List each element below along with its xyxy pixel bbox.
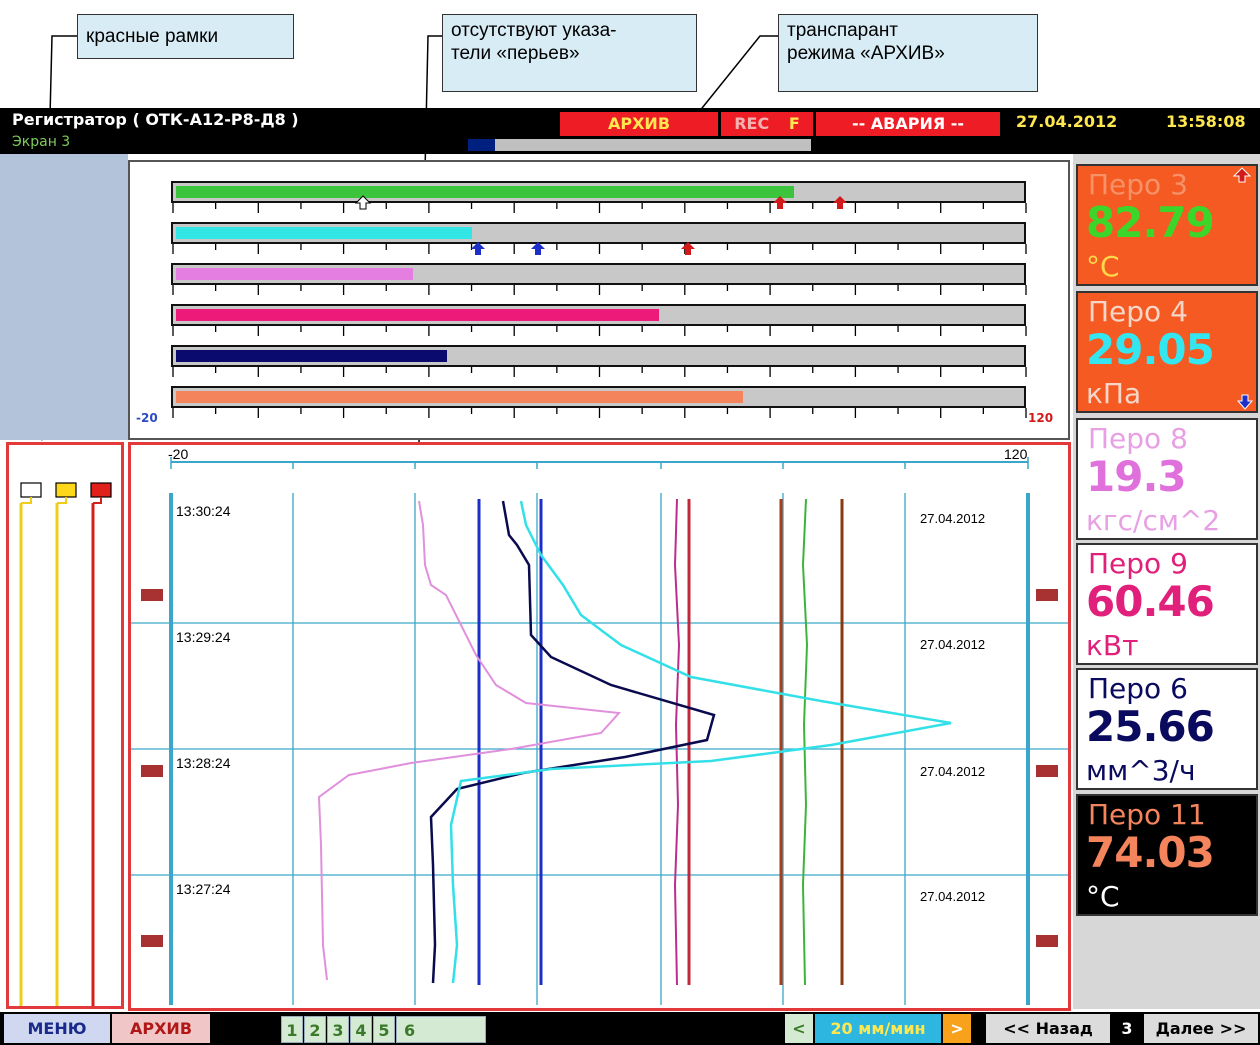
pen-line-magenta: [673, 498, 681, 986]
pen-card[interactable]: Перо 8 19.3 кгс/см^2: [1076, 418, 1258, 540]
screen-button-1[interactable]: 1: [281, 1016, 303, 1043]
callout-no-pointers: отсутствуют указа- тели «перьев»: [442, 14, 697, 92]
left-top-area: [0, 154, 128, 440]
header-time: 13:58:08: [1166, 112, 1246, 131]
arrow-up-red-icon: [681, 242, 695, 255]
trend-grid: [131, 493, 1068, 1005]
pen-name: Перо 9: [1088, 547, 1188, 580]
pen-name: Перо 6: [1088, 672, 1188, 705]
callout-archive-banner: транспарант режима «АРХИВ»: [778, 14, 1038, 92]
pen-value: 60.46: [1086, 577, 1215, 626]
pen-value: 82.79: [1086, 198, 1215, 247]
next-button[interactable]: Далее >>: [1144, 1014, 1258, 1043]
trend-scale-max: 120: [1004, 446, 1028, 462]
chart-speed-display: 20 мм/мин: [815, 1014, 941, 1043]
pen-unit: °C: [1086, 880, 1120, 913]
back-button[interactable]: << Назад: [986, 1014, 1110, 1043]
alarm-badge: -- АВАРИЯ --: [816, 112, 1000, 136]
pen-value: 29.05: [1086, 325, 1215, 374]
arrow-up-red-icon: [833, 196, 847, 209]
pen-value: 74.03: [1086, 828, 1215, 877]
arrow-up-blue-icon: [531, 242, 545, 255]
page-number: 3: [1113, 1014, 1141, 1043]
trend-date-label: 27.04.2012: [920, 764, 986, 779]
left-strip-lines: [19, 482, 112, 1006]
arrow-up-white-icon: [354, 195, 372, 210]
legend-yellow-box: [55, 482, 77, 498]
trend-time-label: 13:28:24: [176, 755, 231, 771]
archive-progress: [468, 139, 811, 151]
bargraph-markers: [172, 195, 1027, 418]
callout-red-frames: красные рамки: [77, 14, 294, 59]
left-trend-strip: [6, 442, 124, 1009]
pen-card[interactable]: Перо 3 82.79 °C: [1076, 164, 1258, 286]
pen-line-navy: [429, 500, 716, 984]
pen-name: Перо 4: [1088, 295, 1188, 328]
pen-card[interactable]: Перо 4 29.05 кПа: [1076, 291, 1258, 413]
pen-line-pink: [317, 500, 622, 981]
trend-chart: [131, 457, 1068, 1005]
pen-unit: кгс/см^2: [1086, 504, 1221, 537]
screen-button-5[interactable]: 5: [373, 1016, 395, 1043]
screen-button-2[interactable]: 2: [304, 1016, 326, 1043]
archive-progress-fill: [468, 139, 496, 151]
pen-unit: мм^3/ч: [1086, 754, 1196, 787]
pen-value: 25.66: [1086, 702, 1215, 751]
pen-unit: кВт: [1086, 629, 1139, 662]
pen-value: 19.3: [1086, 452, 1187, 501]
archive-badge: АРХИВ: [560, 112, 718, 136]
pen-name: Перо 11: [1088, 798, 1206, 831]
pen-name: Перо 8: [1088, 422, 1188, 455]
pen-line-green: [801, 498, 809, 986]
trend-time-label: 13:30:24: [176, 503, 231, 519]
trend-time-label: 13:29:24: [176, 629, 231, 645]
archive-button[interactable]: АРХИВ: [112, 1014, 210, 1043]
app-title: Регистратор ( ОТК-А12-Р8-Д8 ): [12, 110, 299, 129]
menu-button[interactable]: МЕНЮ: [4, 1014, 110, 1043]
pen-unit: °C: [1086, 250, 1120, 283]
pen-card[interactable]: Перо 11 74.03 °C: [1076, 794, 1258, 916]
pen-card[interactable]: Перо 6 25.66 мм^3/ч: [1076, 668, 1258, 790]
trend-scale-min: -20: [168, 446, 189, 462]
pen-unit: кПа: [1086, 377, 1142, 410]
rec-label: REC: [734, 114, 770, 133]
arrow-down-blue-icon: [1236, 394, 1254, 410]
legend-red-box: [90, 482, 112, 498]
screen-label: Экран 3: [12, 134, 71, 150]
legend-white-box: [20, 482, 42, 498]
pen-card[interactable]: Перо 9 60.46 кВт: [1076, 543, 1258, 665]
trend-date-label: 27.04.2012: [920, 637, 986, 652]
trend-date-label: 27.04.2012: [920, 511, 986, 526]
arrow-up-blue-icon: [471, 242, 485, 255]
rec-flag: F: [788, 114, 800, 133]
speed-decrease-button[interactable]: <: [785, 1014, 813, 1043]
speed-increase-button[interactable]: >: [943, 1014, 971, 1043]
trend-time-label: 13:27:24: [176, 881, 231, 897]
screen-button-3[interactable]: 3: [327, 1016, 349, 1043]
trend-date-label: 27.04.2012: [920, 889, 986, 904]
bar-pointer-arrows: [354, 195, 847, 255]
bargraph-min-label: -20: [136, 411, 158, 425]
header-date: 27.04.2012: [1016, 112, 1118, 131]
arrow-up-red-icon: [1232, 167, 1252, 183]
bargraph-max-label: 120: [1028, 411, 1054, 425]
arrow-up-red-icon: [773, 196, 787, 209]
screen-button-6[interactable]: 6: [396, 1016, 486, 1043]
pen-name: Перо 3: [1088, 168, 1188, 201]
rec-indicator: REC F: [721, 112, 813, 136]
screen-button-4[interactable]: 4: [350, 1016, 372, 1043]
